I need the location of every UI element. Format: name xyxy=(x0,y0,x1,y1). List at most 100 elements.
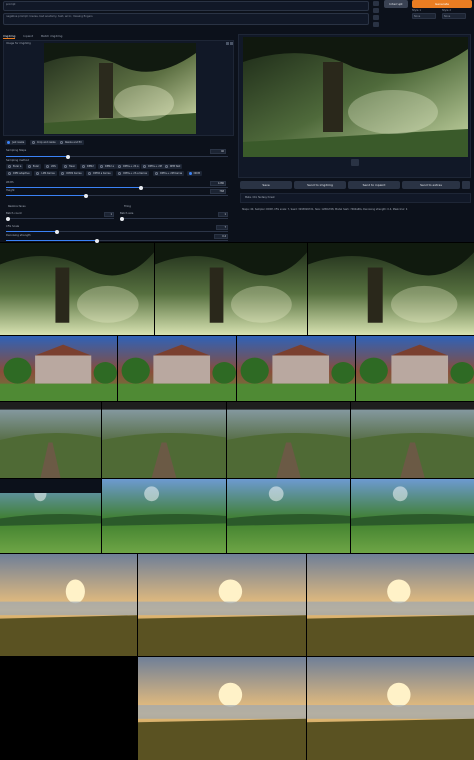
forest-image xyxy=(44,43,196,134)
batch-size-value[interactable]: 1 xyxy=(218,212,228,217)
result-image-sunset[interactable] xyxy=(138,554,306,656)
result-image-manor[interactable] xyxy=(356,336,474,401)
batch-size-slider[interactable] xyxy=(120,216,228,221)
send-to-inpaint-button[interactable]: Send to inpaint xyxy=(348,181,400,189)
output-image[interactable] xyxy=(243,37,468,157)
radio-label: Euler xyxy=(32,165,40,168)
save-button[interactable]: Save xyxy=(240,181,292,189)
result-image-rail[interactable] xyxy=(227,402,350,478)
result-image-rail[interactable] xyxy=(102,402,226,478)
sampling-method-option[interactable]: DPM2 a Karras xyxy=(86,171,113,176)
send-to-extras-button[interactable]: Send to extras xyxy=(402,181,460,189)
source-image xyxy=(44,43,196,134)
edit-icon[interactable] xyxy=(226,42,229,45)
style2-select[interactable]: None xyxy=(442,13,466,19)
close-icon[interactable] xyxy=(230,42,233,45)
sampling-method-option[interactable]: DPM fast xyxy=(162,164,183,169)
slider-handle[interactable] xyxy=(65,154,70,159)
radio-label: DPM++ 2M Karras xyxy=(160,172,183,175)
sampling-method-option[interactable]: Euler a xyxy=(6,164,24,169)
sampling-method-option[interactable]: DPM++ 2M Karras xyxy=(153,171,185,176)
result-image-rail[interactable] xyxy=(351,402,474,478)
negative-prompt-input[interactable]: negative prompt: lowres, bad anatomy, te… xyxy=(3,13,369,25)
style1-select[interactable]: None xyxy=(412,13,436,19)
batch-count-value[interactable]: 1 xyxy=(104,212,114,217)
prompt-input[interactable]: prompt xyxy=(3,1,369,11)
folder-icon[interactable] xyxy=(351,159,359,166)
ui-screenshot-thumbnail xyxy=(0,479,101,493)
slider-handle[interactable] xyxy=(83,193,88,198)
radio-icon xyxy=(61,172,65,175)
slider-handle[interactable] xyxy=(120,216,124,221)
cfg-scale-slider[interactable] xyxy=(6,229,228,234)
radio-icon xyxy=(8,165,11,168)
result-image-manor[interactable] xyxy=(0,336,117,401)
negative-prompt-text: negative prompt: lowres, bad anatomy, te… xyxy=(6,15,93,18)
result-image-forest[interactable] xyxy=(0,243,154,335)
result-image-manor[interactable] xyxy=(118,336,236,401)
cfg-scale-value[interactable]: 7 xyxy=(216,225,228,230)
width-slider[interactable] xyxy=(6,185,228,190)
tiling-checkbox[interactable]: Tiling xyxy=(124,205,131,208)
sampling-method-option[interactable]: DPM2 xyxy=(79,164,96,169)
result-image-sunset[interactable] xyxy=(307,657,474,760)
sampling-method-option[interactable]: LMS xyxy=(43,164,58,169)
result-image-meadow[interactable] xyxy=(351,479,474,553)
tab-inpaint[interactable]: Inpaint xyxy=(23,34,33,39)
slider-fill xyxy=(6,231,55,232)
radio-label: DPM2 xyxy=(86,165,94,168)
sampling-method-option[interactable]: DPM++ 2S a Karras xyxy=(116,171,149,176)
denoise-slider[interactable] xyxy=(6,238,228,243)
radio-icon xyxy=(7,141,10,144)
slider-handle[interactable] xyxy=(139,185,144,190)
radio-label: DPM2 Karras xyxy=(66,172,82,175)
paste-icon[interactable] xyxy=(373,1,379,6)
tab-img2img[interactable]: Img2img xyxy=(3,34,16,39)
result-image-rail[interactable] xyxy=(0,402,101,478)
sampling-method-option[interactable]: DPM2 Karras xyxy=(59,171,84,176)
height-value[interactable]: 768 xyxy=(210,189,226,194)
resize-mode-fill[interactable]: Resize and fill xyxy=(58,140,84,145)
radio-icon xyxy=(88,172,92,175)
sampling-method-option[interactable]: DDIM xyxy=(186,171,203,176)
batch-count-slider[interactable] xyxy=(6,216,114,221)
tab-batch-img2img[interactable]: Batch img2img xyxy=(41,34,62,39)
result-image-sunset[interactable] xyxy=(0,554,137,656)
interrupt-button[interactable]: Interrupt xyxy=(384,0,408,8)
sampling-method-option[interactable]: LMS Karras xyxy=(34,171,57,176)
result-image-meadow[interactable] xyxy=(227,479,350,553)
sampling-steps-slider[interactable] xyxy=(6,154,228,159)
generate-button[interactable]: Generate xyxy=(412,0,472,8)
resize-mode-crop[interactable]: Crop and resize xyxy=(30,140,58,145)
width-value[interactable]: 1280 xyxy=(210,181,226,186)
trash-icon[interactable] xyxy=(373,8,379,13)
sampling-method-option[interactable]: Euler xyxy=(25,164,42,169)
save-style-icon[interactable] xyxy=(373,22,379,27)
style-icon[interactable] xyxy=(373,15,379,20)
send-to-img2img-button[interactable]: Send to img2img xyxy=(294,181,346,189)
sampling-method-option[interactable]: Heun xyxy=(61,164,78,169)
sampling-steps-value[interactable]: 40 xyxy=(210,149,226,154)
result-image-sunset[interactable] xyxy=(138,657,306,760)
resize-mode-just-resize[interactable]: Just resize xyxy=(5,140,27,145)
source-image-panel[interactable]: Image for img2img xyxy=(3,40,234,136)
result-image-forest[interactable] xyxy=(155,243,307,335)
slider-handle[interactable] xyxy=(94,238,99,243)
result-image-forest[interactable] xyxy=(308,243,474,335)
result-image-sunset[interactable] xyxy=(307,554,474,656)
sampling-method-option[interactable]: DPM++ 2M xyxy=(141,164,164,169)
height-slider[interactable] xyxy=(6,193,228,198)
sampling-method-option[interactable]: DPM adaptive xyxy=(6,171,32,176)
more-icon[interactable] xyxy=(462,181,470,189)
radio-icon xyxy=(8,172,11,175)
slider-handle[interactable] xyxy=(6,216,10,221)
denoise-value[interactable]: 0.4 xyxy=(214,234,228,239)
sampling-method-option[interactable]: DPM2 a xyxy=(97,164,116,169)
radio-label: Crop and resize xyxy=(37,141,56,144)
slider-handle[interactable] xyxy=(54,229,59,234)
restore-faces-checkbox[interactable]: Restore faces xyxy=(8,205,26,208)
result-image-meadow[interactable] xyxy=(102,479,226,553)
sampling-method-option[interactable]: DPM++ 2S a xyxy=(116,164,141,169)
result-image-manor[interactable] xyxy=(237,336,355,401)
radio-label: DPM2 a xyxy=(104,165,114,168)
